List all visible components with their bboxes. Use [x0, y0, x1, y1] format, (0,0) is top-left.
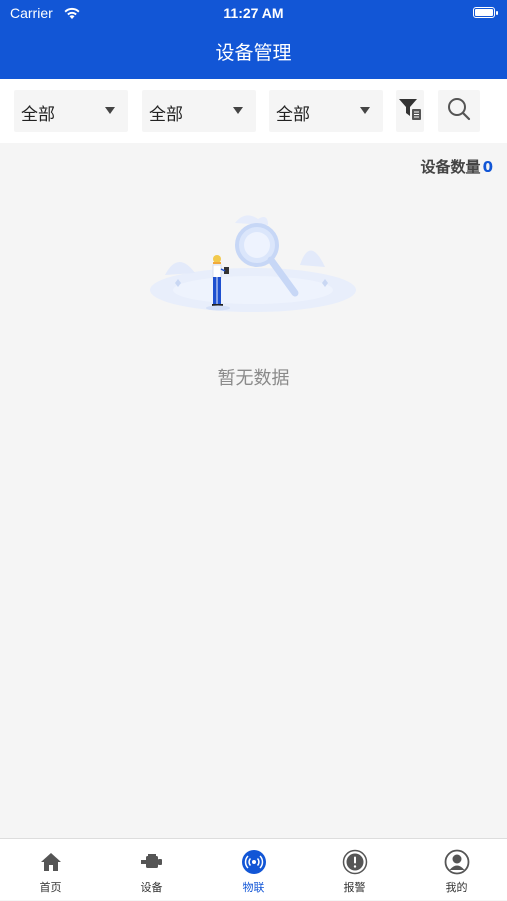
device-icon: [138, 849, 166, 875]
device-count: 设备数量 0: [421, 156, 493, 177]
user-icon: [443, 849, 471, 875]
alarm-icon: [341, 849, 369, 875]
battery-icon: [473, 7, 498, 18]
filter-button[interactable]: [396, 90, 424, 132]
tab-device-label: 设备: [140, 881, 163, 894]
tab-alarm-label: 报警: [343, 881, 366, 894]
home-icon: [37, 849, 65, 875]
filter-icon: [398, 96, 422, 126]
caret-down-icon: [233, 107, 243, 114]
filter-select-1-value: 全部: [21, 105, 55, 125]
tab-mine-label: 我的: [445, 881, 468, 894]
tab-device[interactable]: 设备: [101, 839, 202, 901]
status-bar: Carrier 11:27 AM: [0, 0, 507, 27]
tab-home[interactable]: 首页: [0, 839, 101, 901]
tab-iot[interactable]: 物联: [203, 839, 304, 901]
iot-signal-icon: [240, 849, 268, 875]
filter-bar: 全部 全部 全部: [0, 79, 507, 143]
search-button[interactable]: [438, 90, 480, 132]
empty-state-illustration: [150, 205, 360, 319]
caret-down-icon: [360, 107, 370, 114]
caret-down-icon: [105, 107, 115, 114]
empty-state-message: 暂无数据: [217, 368, 290, 389]
tab-iot-label: 物联: [242, 881, 265, 894]
page-title: 设备管理: [215, 42, 292, 64]
filter-select-3[interactable]: 全部: [269, 90, 383, 132]
tab-home-label: 首页: [39, 881, 62, 894]
filter-select-3-value: 全部: [276, 105, 310, 125]
app-header: Carrier 11:27 AM 设备管理: [0, 0, 507, 79]
filter-select-2-value: 全部: [149, 105, 183, 125]
status-time: 11:27 AM: [223, 5, 284, 21]
tab-alarm[interactable]: 报警: [304, 839, 405, 901]
device-count-value: 0: [482, 158, 493, 176]
bottom-tab-bar: 首页 设备 物联 报警 我的: [0, 838, 507, 900]
tab-mine[interactable]: 我的: [406, 839, 507, 901]
search-icon: [446, 96, 472, 126]
device-count-label: 设备数量: [420, 158, 481, 176]
filter-select-2[interactable]: 全部: [142, 90, 256, 132]
filter-select-1[interactable]: 全部: [14, 90, 128, 132]
